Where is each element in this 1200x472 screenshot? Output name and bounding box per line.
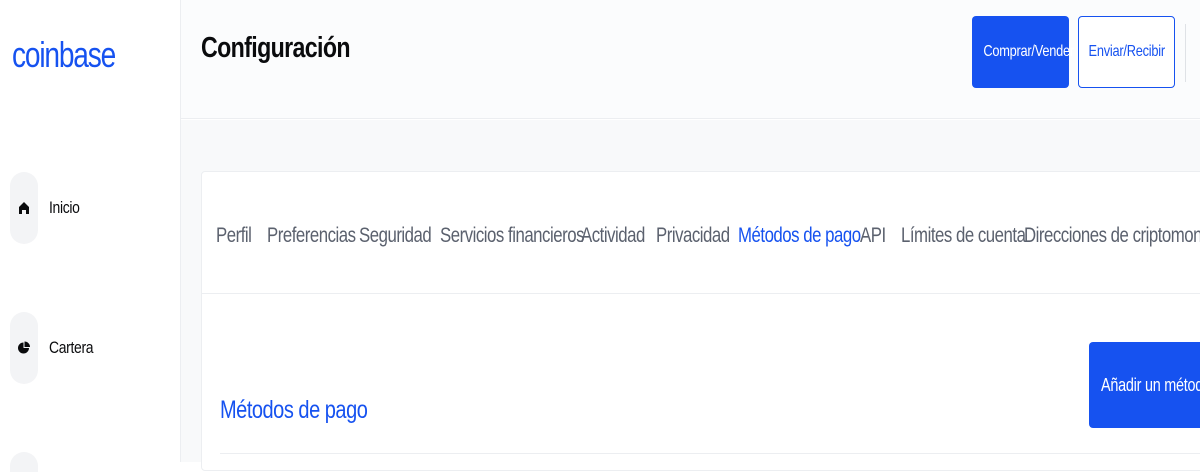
sidebar-item-inicio[interactable]: Inicio [0,172,180,244]
sidebar-item-cartera[interactable]: Cartera [0,312,180,384]
tab-limites-de-cuenta[interactable]: Límites de cuenta [901,224,1026,248]
buy-sell-label: Comprar/Vender [983,43,1074,60]
send-receive-label: Enviar/Recibir [1088,43,1166,60]
sidebar-item-partial[interactable] [10,452,38,472]
coinbase-logo[interactable]: coinbase [12,34,116,76]
tab-metodos-de-pago[interactable]: Métodos de pago [738,224,861,248]
tab-direcciones-de-criptomonedas[interactable]: Direcciones de criptomonedas [1024,224,1200,248]
send-receive-button[interactable]: Enviar/Recibir [1078,16,1175,88]
tab-preferencias[interactable]: Preferencias [267,224,356,248]
sidebar: coinbase Inicio Cartera [0,0,181,472]
tab-privacidad[interactable]: Privacidad [656,224,730,248]
add-payment-method-label: Añadir un método de pago [1101,374,1200,395]
add-payment-method-button[interactable]: Añadir un método de pago [1089,342,1200,428]
page-title: Configuración [201,32,351,64]
tab-api[interactable]: API [860,224,886,248]
header-divider [1185,24,1186,82]
buy-sell-button[interactable]: Comprar/Vender [972,16,1074,88]
settings-tabs: Perfil Preferencias Seguridad Servicios … [202,172,1200,294]
tab-perfil[interactable]: Perfil [216,224,252,248]
sidebar-item-label: Inicio [49,198,80,217]
payment-methods-divider [220,453,1200,454]
section-title: Métodos de pago [220,396,368,424]
top-header: Configuración Comprar/Vender Enviar/Reci… [181,0,1200,119]
tab-seguridad[interactable]: Seguridad [359,224,432,248]
settings-card: Perfil Preferencias Seguridad Servicios … [201,171,1200,471]
home-icon [10,172,38,244]
tab-servicios-financieros[interactable]: Servicios financieros [440,224,584,248]
pie-chart-icon [10,312,38,384]
sidebar-item-label: Cartera [49,338,94,357]
tab-actividad[interactable]: Actividad [581,224,645,248]
